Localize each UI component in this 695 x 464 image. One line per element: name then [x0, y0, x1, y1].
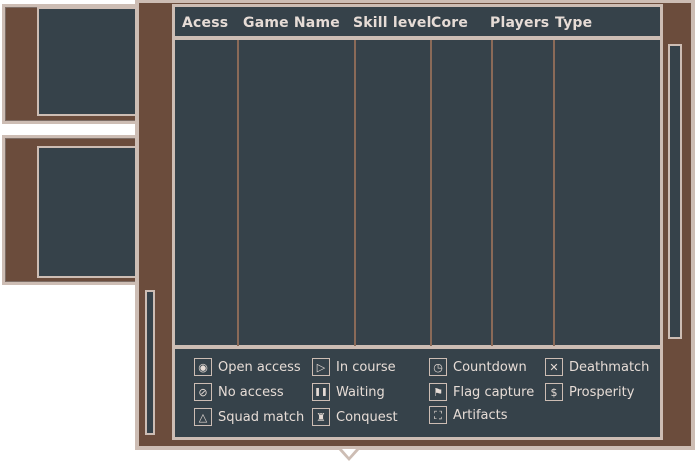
main-frame-right-groove: [668, 44, 682, 339]
legend-conquest: ♜ Conquest: [312, 408, 398, 426]
artifacts-icon: ⛶: [429, 406, 447, 424]
column-header-players[interactable]: Players: [490, 15, 549, 31]
legend-deathmatch: ✕ Deathmatch: [545, 358, 649, 376]
legend-label: Artifacts: [453, 407, 508, 423]
legend-label: Flag capture: [453, 384, 535, 400]
column-header-game-name[interactable]: Game Name: [243, 15, 340, 31]
flag-icon: ⚑: [429, 383, 447, 401]
conquest-icon: ♜: [312, 408, 330, 426]
legend-artifacts: ⛶ Artifacts: [429, 406, 508, 424]
legend-waiting: ❚❚ Waiting: [312, 383, 385, 401]
pause-icon: ❚❚: [312, 383, 330, 401]
legend-label: Squad match: [218, 409, 305, 425]
column-header-access[interactable]: Acess: [182, 15, 228, 31]
legend-in-course: ▷ In course: [312, 358, 396, 376]
legend-divider: [175, 345, 660, 349]
dollar-icon: $: [545, 383, 563, 401]
legend-label: Countdown: [453, 359, 527, 375]
legend-squad-match: △ Squad match: [194, 408, 304, 426]
legend-label: Prosperity: [569, 384, 635, 400]
squad-icon: △: [194, 408, 212, 426]
legend-label: In course: [336, 359, 396, 375]
legend-prosperity: $ Prosperity: [545, 383, 634, 401]
column-header-type[interactable]: Type: [555, 15, 592, 31]
no-access-icon: ⊘: [194, 383, 212, 401]
legend-label: Deathmatch: [569, 359, 650, 375]
legend-label: Conquest: [336, 409, 398, 425]
main-frame-left-groove: [145, 290, 155, 435]
deathmatch-icon: ✕: [545, 358, 563, 376]
legend-countdown: ◷ Countdown: [429, 358, 527, 376]
legend-no-access: ⊘ No access: [194, 383, 284, 401]
legend-label: Waiting: [336, 384, 385, 400]
legend-label: No access: [218, 384, 284, 400]
column-header-core[interactable]: Core: [431, 15, 468, 31]
legend-open-access: ◉ Open access: [194, 358, 301, 376]
play-icon: ▷: [312, 358, 330, 376]
game-list[interactable]: [175, 40, 660, 345]
legend-label: Open access: [218, 359, 301, 375]
bottom-pointer-inner: [342, 449, 356, 457]
legend-flag-capture: ⚑ Flag capture: [429, 383, 534, 401]
column-header-skill-level[interactable]: Skill level: [353, 15, 432, 31]
countdown-icon: ◷: [429, 358, 447, 376]
circle-dot-icon: ◉: [194, 358, 212, 376]
